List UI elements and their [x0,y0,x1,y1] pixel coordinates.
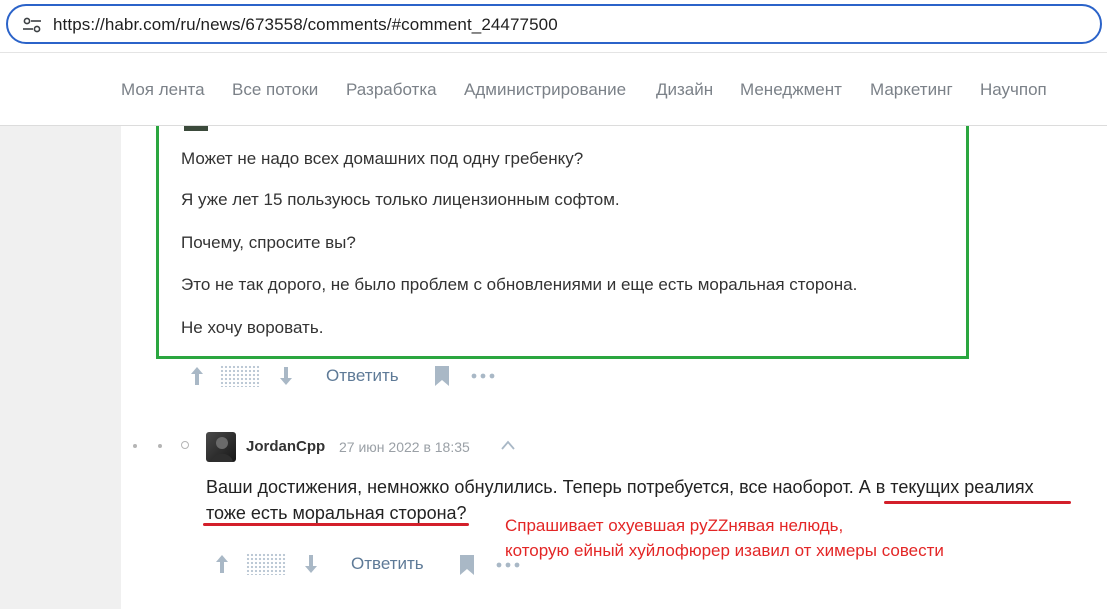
thread-level-ring [181,441,189,449]
bookmark-icon[interactable] [459,555,475,575]
nav-item-development[interactable]: Разработка [346,80,437,100]
nav-item-all-streams[interactable]: Все потоки [232,80,318,100]
nav-item-popsci[interactable]: Научпоп [980,80,1047,100]
url-text[interactable]: https://habr.com/ru/news/673558/comments… [53,15,558,35]
bookmark-icon[interactable] [434,366,450,386]
nav-item-administration[interactable]: Администрирование [464,80,626,100]
comment-date[interactable]: 27 июн 2022 в 18:35 [339,439,470,455]
chevron-up-icon[interactable] [500,439,516,451]
annotation-text: которую ейный хуйлофюрер изавил от химер… [505,541,944,560]
nav-item-marketing[interactable]: Маркетинг [870,80,953,100]
nav-item-design[interactable]: Дизайн [656,80,713,100]
nav-item-my-feed[interactable]: Моя лента [121,80,205,100]
vote-down-icon[interactable] [302,553,320,575]
vote-up-icon[interactable] [213,553,231,575]
rating-placeholder [220,365,260,387]
url-field[interactable]: https://habr.com/ru/news/673558/comments… [6,4,1102,44]
red-underline [203,523,469,526]
comment-author[interactable]: JordanCpp [246,438,325,455]
vote-up-icon[interactable] [188,365,206,387]
more-icon[interactable] [471,373,495,379]
site-settings-icon[interactable] [22,17,42,33]
comment-paragraph: Почему, спросите вы? [181,233,356,252]
red-underline [884,501,1071,504]
comment-text-line: Ваши достижения, немножко обнулились. Те… [206,477,1034,497]
more-icon[interactable] [496,562,520,568]
comment-text-line: тоже есть моральная сторона? [206,503,467,523]
user-avatar[interactable] [206,432,236,462]
rating-placeholder [246,553,286,575]
thread-level-dot [158,444,162,448]
comment-paragraph: Не хочу воровать. [181,318,324,337]
comment-paragraph: Я уже лет 15 пользуюсь только лицензионн… [181,190,620,209]
nav-item-management[interactable]: Менеджмент [740,80,842,100]
annotation-text: Спрашивает охуевшая руZZнявая нелюдь, [505,516,844,535]
site-navigation: Моя лента Все потоки Разработка Админист… [0,52,1107,126]
vote-down-icon[interactable] [277,365,295,387]
reply-button[interactable]: Ответить [326,366,399,386]
reply-button[interactable]: Ответить [351,554,424,574]
thread-level-dot [133,444,137,448]
avatar-image [211,437,233,462]
browser-address-bar: https://habr.com/ru/news/673558/comments… [0,0,1107,52]
comment-paragraph: Это не так дорого, не было проблем с обн… [181,275,858,294]
comment-paragraph: Может не надо всех домашних под одну гре… [181,149,584,168]
